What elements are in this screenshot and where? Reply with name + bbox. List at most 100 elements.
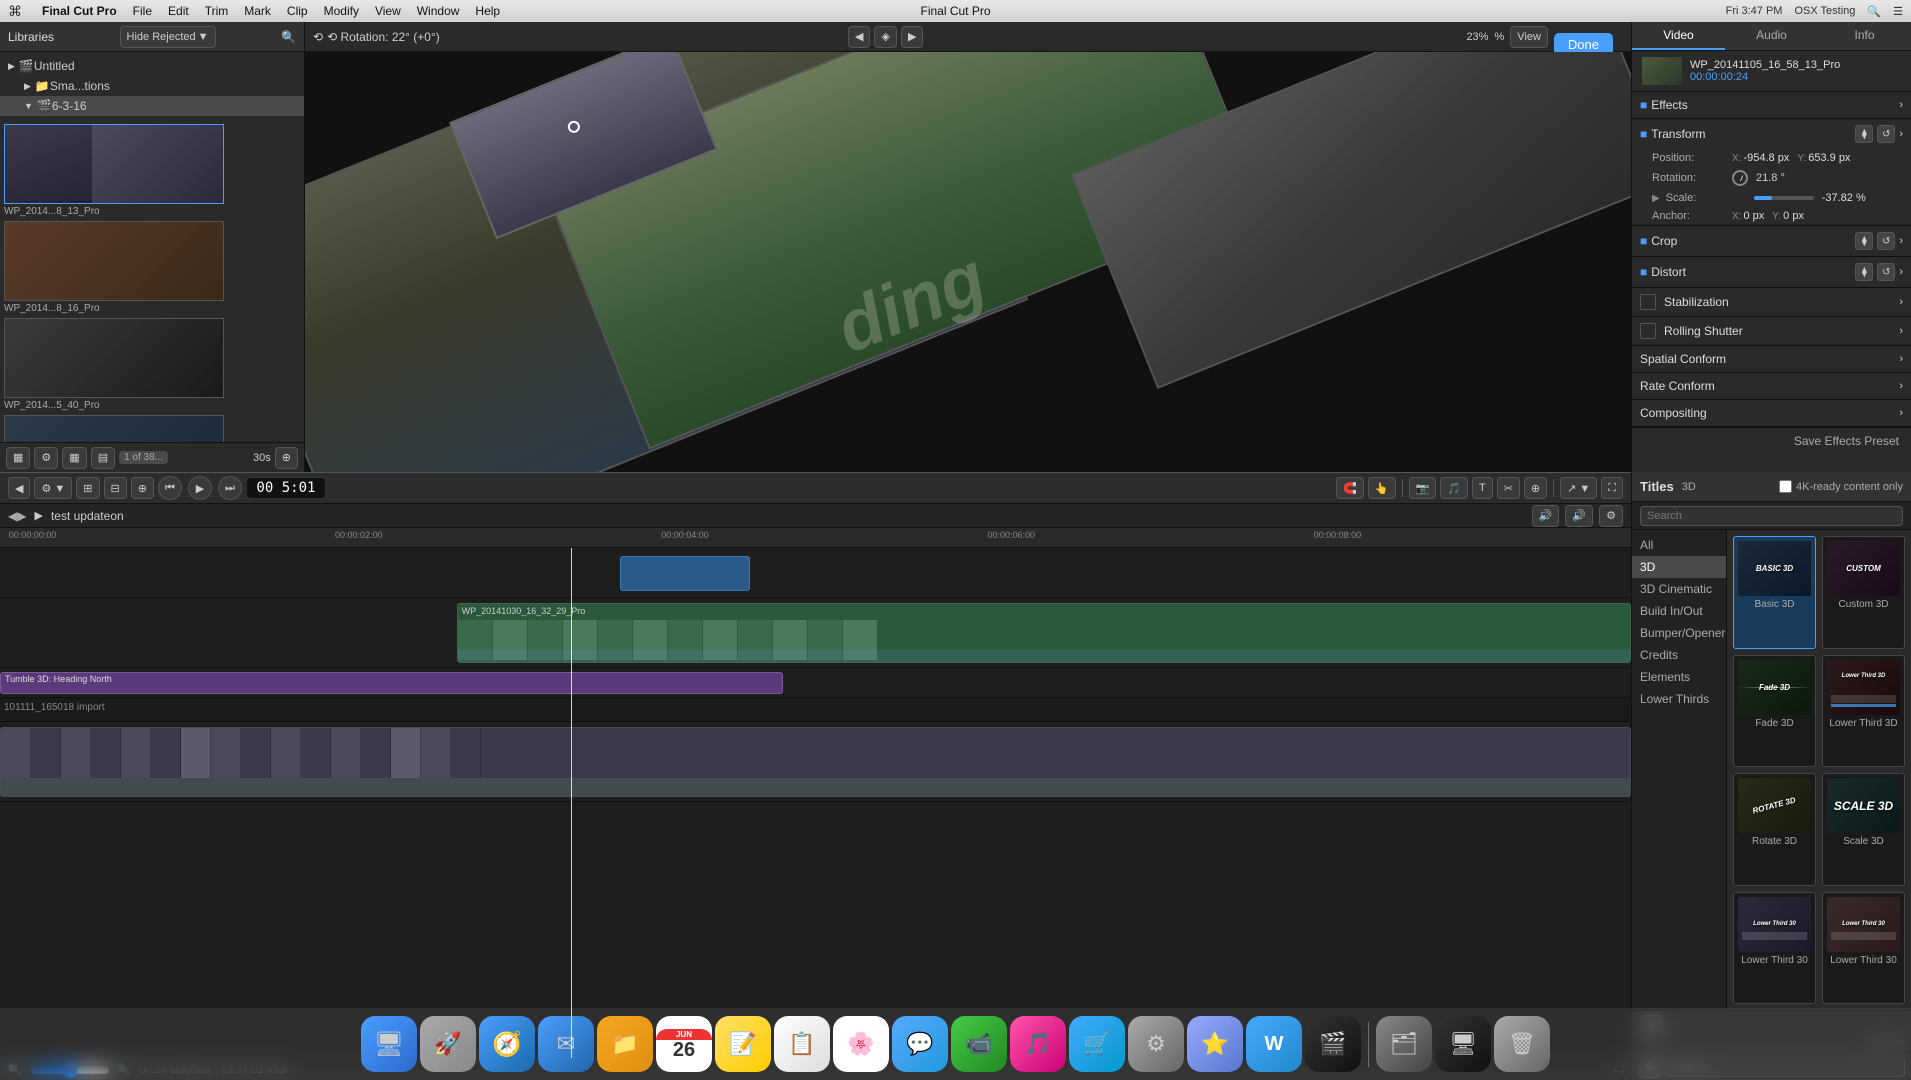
stabilization-header[interactable]: Stabilization › — [1632, 288, 1911, 316]
title-basic3d[interactable]: BASIC 3D Basic 3D — [1733, 536, 1816, 649]
magnet-btn[interactable]: 🧲 — [1336, 477, 1364, 499]
dock-mail[interactable]: ✉ — [538, 1016, 594, 1072]
search-icon[interactable]: 🔍 — [281, 30, 296, 44]
hide-rejected-btn[interactable]: Hide Rejected ▼ — [120, 26, 216, 48]
dock-settings[interactable]: ⚙ — [1128, 1016, 1184, 1072]
title-custom3d[interactable]: CUSTOM Custom 3D — [1822, 536, 1905, 649]
effect-clip[interactable]: Tumble 3D: Heading North — [0, 672, 783, 694]
tree-item-6-3-16[interactable]: ▼ 🎬 6-3-16 — [0, 96, 304, 116]
title-720a[interactable]: Lower Third 30 Lower Third 30 — [1733, 892, 1816, 1005]
apple-menu[interactable]: ⌘ — [8, 3, 22, 20]
expand-btn[interactable]: ▶ — [17, 509, 26, 523]
dock-finder3[interactable]: 🗂 — [1376, 1016, 1432, 1072]
rolling-shutter-header[interactable]: Rolling Shutter › — [1632, 317, 1911, 345]
view-btn[interactable]: View — [1510, 26, 1548, 48]
tree-item-sma[interactable]: ▶ 📁 Sma...tions — [0, 76, 304, 96]
timeline-settings2[interactable]: ⚙ — [1599, 505, 1623, 527]
tools-btn2[interactable]: 🎵 — [1440, 477, 1468, 499]
rate-conform-header[interactable]: Rate Conform › — [1632, 373, 1911, 399]
rolling-shutter-checkbox[interactable] — [1640, 323, 1656, 339]
dock-word[interactable]: W — [1246, 1016, 1302, 1072]
timeline-zoom-out[interactable]: 🔊 — [1532, 505, 1560, 527]
grid-view-btn[interactable]: ▦ — [6, 447, 30, 469]
timeline-back-btn[interactable]: ◀ — [8, 477, 30, 499]
distort-keyframe-btn[interactable]: ⧫ — [1855, 263, 1873, 281]
connected-clip-block[interactable] — [620, 556, 750, 591]
title-lowerthird3d[interactable]: Lower Third 3D Lower Third 3D — [1822, 655, 1905, 768]
cat-bumper-opener[interactable]: Bumper/Opener — [1632, 622, 1726, 644]
main-video-clip[interactable]: WP_20141030_16_32_29_Pro — [457, 603, 1631, 663]
fullscreen-btn[interactable]: ⛶ — [1601, 477, 1623, 499]
effects-header[interactable]: ■ Effects › — [1632, 92, 1911, 118]
cat-credits[interactable]: Credits — [1632, 644, 1726, 666]
tools-btn4[interactable]: ✂ — [1497, 477, 1520, 499]
dock-photos[interactable]: 🌸 — [833, 1016, 889, 1072]
duration-btn[interactable]: ⊕ — [275, 447, 298, 469]
4k-ready-checkbox[interactable] — [1779, 480, 1792, 493]
cat-lower-thirds[interactable]: Lower Thirds — [1632, 688, 1726, 710]
clip-thumb-3[interactable] — [4, 415, 224, 442]
title-fade3d[interactable]: Fade 3D Fade 3D — [1733, 655, 1816, 768]
clip-item-3[interactable]: WP_2014...0_46_Pro — [4, 415, 300, 442]
tab-info[interactable]: Info — [1818, 22, 1911, 50]
tools-btn5[interactable]: ⊕ — [1524, 477, 1547, 499]
menu-window[interactable]: Window — [417, 4, 460, 18]
menu-clip[interactable]: Clip — [287, 4, 308, 18]
distort-reset-btn[interactable]: ↺ — [1877, 263, 1895, 281]
distort-header[interactable]: ■ Distort ⧫ ↺ › — [1632, 257, 1911, 287]
menubar-search-icon[interactable]: 🔍 — [1867, 5, 1881, 18]
dock-trash[interactable]: 🗑 — [1494, 1016, 1550, 1072]
clip-item-2[interactable]: WP_2014...5_40_Pro — [4, 318, 300, 411]
dock-facetime[interactable]: 📹 — [951, 1016, 1007, 1072]
menu-final-cut-pro[interactable]: Final Cut Pro — [42, 4, 117, 18]
clip-tool-1[interactable]: ⊞ — [76, 477, 99, 499]
dock-messages[interactable]: 💬 — [892, 1016, 948, 1072]
prev-frame-btn[interactable]: ◀ — [848, 26, 870, 48]
clip-tool-3[interactable]: ⊕ — [131, 477, 154, 499]
dock-itunes2[interactable]: 🖥 — [1435, 1016, 1491, 1072]
timeline-settings-btn[interactable]: ⚙ ▼ — [34, 477, 72, 499]
clip-thumb-0[interactable] — [4, 124, 224, 204]
transform-header[interactable]: ■ Transform ⧫ ↺ › — [1632, 119, 1911, 149]
tools-btn1[interactable]: 📷 — [1409, 477, 1437, 499]
clip-thumb-2[interactable] — [4, 318, 224, 398]
list-settings-btn[interactable]: ⚙ — [34, 447, 58, 469]
rotation-dial[interactable] — [1732, 170, 1748, 186]
title-scale3d[interactable]: SCALE 3D Scale 3D — [1822, 773, 1905, 886]
dock-finder[interactable]: 🖥 — [361, 1016, 417, 1072]
title-rotate3d[interactable]: ROTATE 3D Rotate 3D — [1733, 773, 1816, 886]
tab-video[interactable]: Video — [1632, 22, 1725, 50]
list-btn[interactable]: ▤ — [91, 447, 115, 469]
dock-finalcut[interactable]: 🎬 — [1305, 1016, 1361, 1072]
clip-item-0[interactable]: WP_2014...8_13_Pro — [4, 124, 300, 217]
go-to-start-btn[interactable]: ⏮ — [158, 476, 182, 500]
cat-all[interactable]: All — [1632, 534, 1726, 556]
spatial-conform-header[interactable]: Spatial Conform › — [1632, 346, 1911, 372]
timeline-zoom-in[interactable]: 🔊 — [1565, 505, 1593, 527]
scale-slider[interactable] — [1754, 196, 1814, 200]
menubar-menu-icon[interactable]: ☰ — [1893, 5, 1903, 18]
arrow-tool-btn[interactable]: ↗ ▼ — [1560, 477, 1597, 499]
reset-transform-btn[interactable]: ↺ — [1877, 125, 1895, 143]
menu-help[interactable]: Help — [475, 4, 500, 18]
dock-calendar[interactable]: JUN 26 — [656, 1016, 712, 1072]
menu-edit[interactable]: Edit — [168, 4, 189, 18]
collapse-btn[interactable]: ◀ — [8, 509, 17, 523]
tab-audio[interactable]: Audio — [1725, 22, 1818, 50]
dock-launchpad[interactable]: 🚀 — [420, 1016, 476, 1072]
cat-elements[interactable]: Elements — [1632, 666, 1726, 688]
grid-btn2[interactable]: ▦ — [62, 447, 86, 469]
menu-modify[interactable]: Modify — [324, 4, 359, 18]
stabilization-checkbox[interactable] — [1640, 294, 1656, 310]
dock-reminders[interactable]: 📋 — [774, 1016, 830, 1072]
titles-search-input[interactable] — [1640, 506, 1903, 526]
go-to-end-btn[interactable]: ⏭ — [218, 476, 242, 500]
keyframe-btn[interactable]: ⧫ — [1855, 125, 1873, 143]
tree-item-untitled[interactable]: ▶ 🎬 Untitled — [0, 56, 304, 76]
clip-thumb-1[interactable] — [4, 221, 224, 301]
clip-item-1[interactable]: WP_2014...8_16_Pro — [4, 221, 300, 314]
clip-tool-2[interactable]: ⊟ — [104, 477, 127, 499]
next-frame-btn[interactable]: ▶ — [901, 26, 923, 48]
crop-keyframe-btn[interactable]: ⧫ — [1855, 232, 1873, 250]
reset-btn[interactable]: ◈ — [874, 26, 896, 48]
